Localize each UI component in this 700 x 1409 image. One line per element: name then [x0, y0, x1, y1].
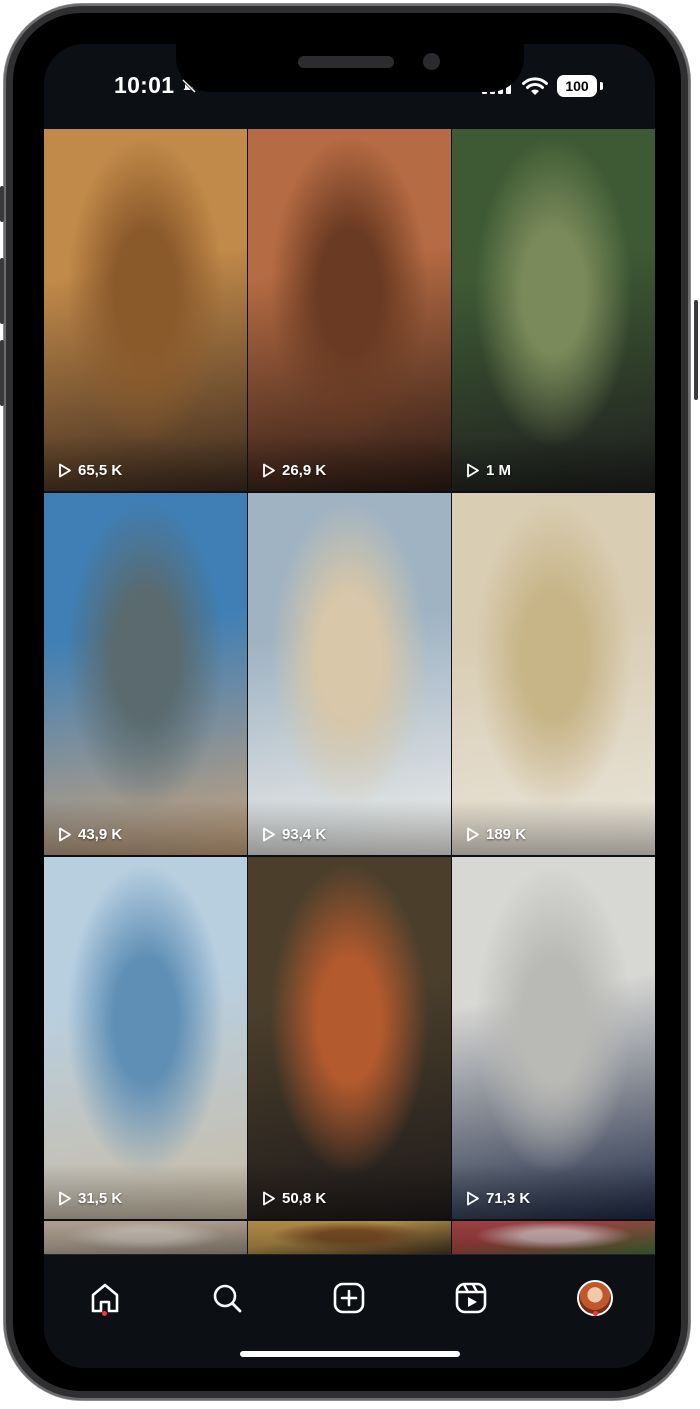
tile-shade [452, 1221, 655, 1254]
play-icon [467, 827, 479, 842]
view-count: 71,3 K [466, 1190, 530, 1207]
tab-search[interactable] [202, 1273, 252, 1323]
tab-reels[interactable] [446, 1273, 496, 1323]
post-tile[interactable]: 93,4 K [248, 493, 451, 855]
view-count: 1 M [466, 462, 511, 479]
view-count-label: 26,9 K [282, 462, 327, 479]
play-icon [59, 827, 71, 842]
tile-shade [248, 1221, 451, 1254]
post-tile[interactable] [44, 1221, 247, 1254]
profile-notification-dot [593, 1311, 598, 1316]
view-count: 189 K [466, 826, 526, 843]
play-icon [59, 463, 71, 478]
play-icon [263, 1191, 275, 1206]
tile-shade [44, 1221, 247, 1254]
play-icon [263, 827, 275, 842]
view-count-label: 1 M [486, 462, 512, 479]
post-tile[interactable] [248, 1221, 451, 1254]
view-count: 65,5 K [58, 462, 122, 479]
play-icon [467, 1191, 479, 1206]
post-grid: 65,5 K 26,9 K 1 M 43,9 K 93,4 K 189 K 31,5 K 50… [44, 129, 655, 1254]
view-count-label: 71,3 K [486, 1190, 531, 1207]
post-tile[interactable]: 71,3 K [452, 857, 655, 1219]
post-tile[interactable]: 50,8 K [248, 857, 451, 1219]
view-count-label: 93,4 K [282, 826, 327, 843]
play-icon [467, 463, 479, 478]
tab-create[interactable] [324, 1273, 374, 1323]
mute-switch [0, 186, 4, 222]
screen: 10:01 100 65,5 K 26,9 K 1 M 43,9 K 93,4 … [44, 44, 655, 1368]
home-icon [91, 1283, 119, 1313]
home-indicator [240, 1351, 460, 1357]
view-count-label: 189 K [486, 826, 527, 843]
volume-up-button [0, 258, 4, 324]
view-count: 31,5 K [58, 1190, 122, 1207]
view-count-label: 43,9 K [78, 826, 123, 843]
battery-tip [600, 82, 603, 90]
post-tile[interactable]: 26,9 K [248, 129, 451, 491]
volume-down-button [0, 340, 4, 406]
battery-indicator: 100 [557, 75, 597, 97]
speaker-grille [298, 56, 394, 68]
play-icon [263, 463, 275, 478]
view-count: 26,9 K [262, 462, 326, 479]
reels-icon [455, 1282, 487, 1314]
front-camera [423, 53, 440, 70]
view-count: 93,4 K [262, 826, 326, 843]
wifi-icon [522, 77, 548, 102]
view-count-label: 50,8 K [282, 1190, 327, 1207]
post-tile[interactable]: 189 K [452, 493, 655, 855]
post-tile[interactable]: 31,5 K [44, 857, 247, 1219]
post-tile[interactable]: 65,5 K [44, 129, 247, 491]
notch [176, 44, 524, 92]
search-icon [213, 1284, 242, 1313]
post-tile[interactable] [452, 1221, 655, 1254]
clock: 10:01 [114, 72, 175, 98]
power-button [694, 300, 698, 400]
plus-square-icon [333, 1282, 365, 1314]
view-count-label: 31,5 K [78, 1190, 123, 1207]
view-count: 50,8 K [262, 1190, 326, 1207]
post-tile[interactable]: 1 M [452, 129, 655, 491]
view-count-label: 65,5 K [78, 462, 123, 479]
post-tile[interactable]: 43,9 K [44, 493, 247, 855]
home-notification-dot [102, 1311, 107, 1316]
play-icon [59, 1191, 71, 1206]
view-count: 43,9 K [58, 826, 122, 843]
bottom-tab-bar [44, 1254, 655, 1368]
